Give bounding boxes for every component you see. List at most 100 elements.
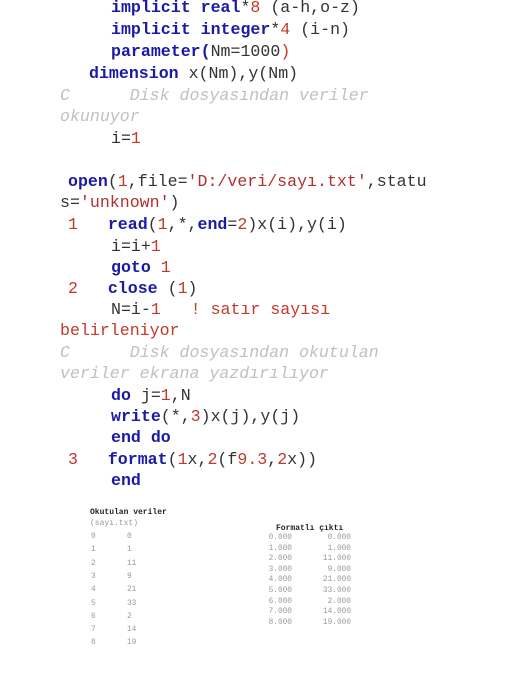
read-table-x-cell: 0 xyxy=(91,533,96,541)
string-literal: 'unknown' xyxy=(79,193,170,212)
statement-label: 1 xyxy=(68,215,78,234)
code-text: s= xyxy=(60,193,80,212)
code-line-close: 2 close (1) xyxy=(68,278,198,300)
formatted-table-y-cell: 21.000 xyxy=(322,576,351,585)
keyword: write xyxy=(111,407,161,426)
formatted-table-y-cell: 1.000 xyxy=(327,544,351,553)
keyword: implicit integer xyxy=(111,20,271,39)
code-line-increment: i=i+1 xyxy=(111,236,161,258)
inline-comment-continued: belirleniyor xyxy=(60,321,180,340)
read-table-x-cell: 2 xyxy=(91,559,96,568)
code-text: x)) xyxy=(287,450,318,469)
keyword: end xyxy=(111,471,141,490)
formatted-table-x-cell: 2.000 xyxy=(268,555,292,564)
number: 2 xyxy=(277,450,288,469)
number: 1 xyxy=(157,215,168,234)
keyword: parameter xyxy=(111,42,201,61)
number: 1 xyxy=(150,300,161,319)
code-text: (i-n) xyxy=(290,20,351,39)
read-table-y-cell: 0 xyxy=(127,533,132,541)
code-line-write: write(*,3)x(j),y(j) xyxy=(111,406,300,428)
operator: . xyxy=(247,450,258,469)
read-table-y-cell: 9 xyxy=(127,572,132,581)
number: 8 xyxy=(250,0,261,17)
code-text: ,statu xyxy=(366,172,427,191)
keyword: implicit real xyxy=(111,0,241,17)
code-line-count: N=i-1 ! satır sayısı xyxy=(111,299,330,321)
formatted-table-x-cell: 0.000 xyxy=(268,534,292,542)
code-text: ,file= xyxy=(127,172,188,191)
read-table-x-cell: 3 xyxy=(91,572,96,581)
paren: ) xyxy=(187,279,198,298)
formatted-table-y-cell: 9.000 xyxy=(327,565,351,574)
number: 3 xyxy=(190,407,201,426)
read-table-y-cell: 1 xyxy=(127,546,132,555)
statement-label: 2 xyxy=(68,279,78,298)
paren: ( xyxy=(147,215,158,234)
code-line-read: 1 read(1,*,end=2)x(i),y(i) xyxy=(68,214,347,236)
read-table-x-cell: 7 xyxy=(91,626,96,635)
code-text: , xyxy=(267,450,278,469)
formatted-table-y-cell: 2.000 xyxy=(327,597,351,606)
keyword: dimension xyxy=(89,64,179,83)
operator: * xyxy=(240,0,251,17)
inline-comment: ! satır sayısı xyxy=(160,300,331,319)
number: 2 xyxy=(237,215,248,234)
paren: ( xyxy=(167,450,178,469)
comment-line: C Disk dosyasından okutulan xyxy=(60,343,379,362)
number: 1 xyxy=(177,279,188,298)
code-line-dimension: dimension x(Nm),y(Nm) xyxy=(89,63,298,85)
formatted-table-x-cell: 5.000 xyxy=(268,587,292,595)
code-text: )x(j),y(j) xyxy=(200,407,301,426)
read-table-x-cell: 8 xyxy=(91,639,96,648)
code-text: ,*, xyxy=(167,215,198,234)
read-table-x-cell: 1 xyxy=(91,546,96,555)
code-line-end-do: end do xyxy=(111,427,171,449)
code-text: x(Nm),y(Nm) xyxy=(178,64,299,83)
code-text: ,N xyxy=(170,386,191,405)
paren: ) xyxy=(280,42,291,61)
keyword: format xyxy=(107,450,168,469)
number: 1 xyxy=(130,129,141,148)
operator: * xyxy=(270,20,281,39)
code-line-implicit-real: implicit real*8 (a-h,o-z) xyxy=(111,0,360,19)
code-line-goto: goto 1 xyxy=(111,257,171,279)
read-table-y-cell: 14 xyxy=(127,626,137,635)
read-table-y-cell: 21 xyxy=(127,586,137,595)
comment-line: C Disk dosyasından veriler xyxy=(60,86,369,105)
keyword: end do xyxy=(111,428,171,447)
code-line-do: do j=1,N xyxy=(111,385,191,407)
keyword: close xyxy=(107,279,158,298)
formatted-table-x-cell: 6.000 xyxy=(268,597,292,606)
code-line-implicit-integer: implicit integer*4 (i-n) xyxy=(111,19,350,41)
formatted-table-y-cell: 33.000 xyxy=(322,587,351,595)
paren: ) xyxy=(169,193,180,212)
keyword: read xyxy=(107,215,148,234)
code-text: i= xyxy=(111,129,131,148)
code-text: N=i- xyxy=(111,300,151,319)
number: 1 xyxy=(150,237,161,256)
statement-label: 3 xyxy=(68,450,78,469)
read-table-subtitle: (sayı.txt) xyxy=(90,519,139,528)
number: 1 xyxy=(160,386,171,405)
keyword: end xyxy=(197,215,228,234)
read-table-x-cell: 6 xyxy=(91,612,96,621)
read-table-y-cell: 19 xyxy=(127,639,137,648)
code-text: x, xyxy=(187,450,208,469)
code-text: (a-h,o-z) xyxy=(260,0,360,17)
read-table-y-cell: 2 xyxy=(127,612,132,621)
number: 2 xyxy=(207,450,218,469)
formatted-table-y-cell: 11.000 xyxy=(322,555,351,564)
code-text: )x(i),y(i) xyxy=(247,215,347,234)
comment-line-continued: okunuyor xyxy=(60,107,140,126)
number: 1 xyxy=(177,450,188,469)
formatted-table-x-cell: 4.000 xyxy=(268,576,292,585)
code-text: (*, xyxy=(160,407,191,426)
comment-line-continued: veriler ekrana yazdırılıyor xyxy=(60,364,329,383)
number: 9 xyxy=(237,450,248,469)
code-text: j= xyxy=(130,386,161,405)
formatted-table-y-cell: 0.000 xyxy=(327,534,351,542)
read-table-y-cell: 11 xyxy=(127,559,137,568)
formatted-table-x-cell: 8.000 xyxy=(268,618,292,627)
formatted-table-x-cell: 1.000 xyxy=(268,544,292,553)
